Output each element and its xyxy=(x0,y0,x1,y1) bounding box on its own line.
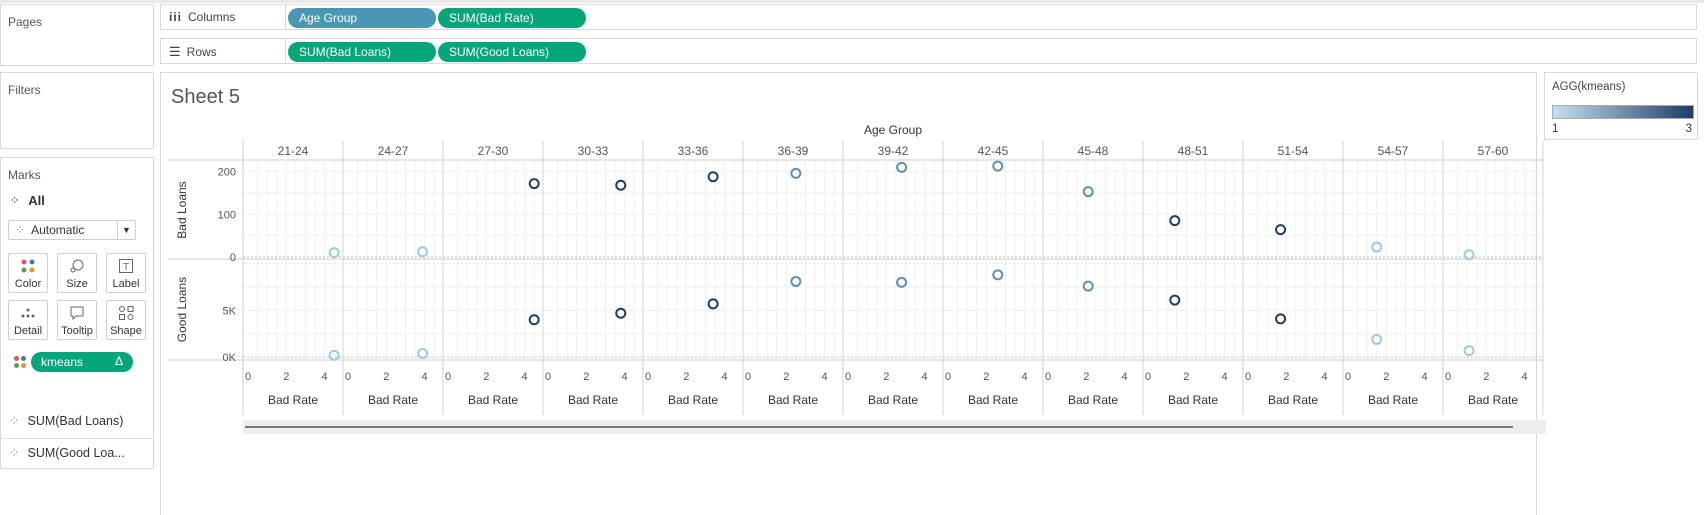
age-group-pill[interactable]: Age Group xyxy=(288,8,436,28)
tooltip-button-label: Tooltip xyxy=(61,325,93,337)
size-button-label: Size xyxy=(66,278,88,290)
bad-rate-pill[interactable]: SUM(Bad Rate) xyxy=(438,8,586,28)
mark-type-value: Automatic xyxy=(31,223,85,237)
filters-card[interactable]: Filters xyxy=(0,72,154,149)
shape-button-label: Shape xyxy=(110,325,142,337)
bad-loans-field[interactable]: ⁘ SUM(Bad Loans) xyxy=(9,413,124,429)
rows-label: Rows xyxy=(186,45,217,59)
marks-all-label: All xyxy=(28,193,45,208)
legend-gradient xyxy=(1552,105,1694,119)
detail-button-label: Detail xyxy=(13,325,43,337)
legend-min: 1 xyxy=(1552,123,1559,135)
filters-title: Filters xyxy=(8,83,41,97)
shape-button[interactable]: Shape xyxy=(106,300,146,340)
rows-shelf[interactable]: ☰ Rows SUM(Bad Loans) SUM(Good Loans) xyxy=(160,38,1697,64)
field-marks-icon: ⁘ xyxy=(9,414,20,428)
shape-icon xyxy=(107,305,145,325)
label-button-label: Label xyxy=(112,278,140,290)
field-marks-icon: ⁘ xyxy=(9,446,20,460)
pages-title: Pages xyxy=(8,15,43,29)
legend-title: AGG(kmeans) xyxy=(1552,81,1626,93)
pages-card[interactable]: Pages xyxy=(0,4,154,66)
tooltip-icon xyxy=(58,305,96,325)
shelf-divider xyxy=(285,5,286,29)
detail-button[interactable]: Detail xyxy=(8,300,48,340)
rows-shelf-label: ☰ Rows xyxy=(169,44,217,60)
svg-text:T: T xyxy=(123,262,129,273)
color-icon xyxy=(9,258,47,278)
marks-all-row[interactable]: ⁘ All xyxy=(10,193,45,208)
top-strip xyxy=(0,0,1704,3)
columns-label: Columns xyxy=(188,10,236,24)
shelf-divider xyxy=(285,39,286,63)
rows-icon: ☰ xyxy=(169,44,181,59)
good-loans-pill[interactable]: SUM(Good Loans) xyxy=(438,42,586,62)
detail-icon xyxy=(9,305,47,325)
marks-title: Marks xyxy=(8,168,41,182)
bad-loans-pill[interactable]: SUM(Bad Loans) xyxy=(288,42,436,62)
good-loans-field[interactable]: ⁘ SUM(Good Loa... xyxy=(9,445,125,461)
good-loans-field-label: SUM(Good Loa... xyxy=(27,445,125,460)
color-button[interactable]: Color xyxy=(8,253,48,293)
label-button[interactable]: T Label xyxy=(106,253,146,293)
chevron-down-icon: ▼ xyxy=(117,221,135,239)
legend-max: 3 xyxy=(1685,123,1692,135)
color-button-label: Color xyxy=(14,278,42,290)
kmeans-pill-label: kmeans xyxy=(41,355,84,369)
columns-shelf[interactable]: iii Columns Age Group SUM(Bad Rate) xyxy=(160,4,1697,30)
color-encoding-icon xyxy=(13,355,27,372)
delta-icon: Δ xyxy=(114,354,123,368)
columns-icon: iii xyxy=(169,10,183,24)
multi-marks-icon: ⁘ xyxy=(10,195,19,207)
kmeans-color-pill[interactable]: kmeans Δ xyxy=(31,352,133,372)
field-divider xyxy=(1,438,153,439)
viz-area: Sheet 5 xyxy=(160,72,1537,515)
columns-shelf-label: iii Columns xyxy=(169,10,235,24)
bad-loans-field-label: SUM(Bad Loans) xyxy=(27,413,124,428)
size-button[interactable]: Size xyxy=(57,253,97,293)
tooltip-button[interactable]: Tooltip xyxy=(57,300,97,340)
label-icon: T xyxy=(107,258,145,278)
mark-type-dropdown[interactable]: ⁘ Automatic ▼ xyxy=(8,220,136,240)
color-legend[interactable]: AGG(kmeans) 1 3 xyxy=(1544,72,1698,140)
sheet-title: Sheet 5 xyxy=(171,86,240,108)
marks-card: Marks ⁘ All ⁘ Automatic ▼ Color Size T L… xyxy=(0,157,154,469)
automatic-mark-icon: ⁘ xyxy=(15,223,26,237)
size-icon xyxy=(58,258,96,278)
